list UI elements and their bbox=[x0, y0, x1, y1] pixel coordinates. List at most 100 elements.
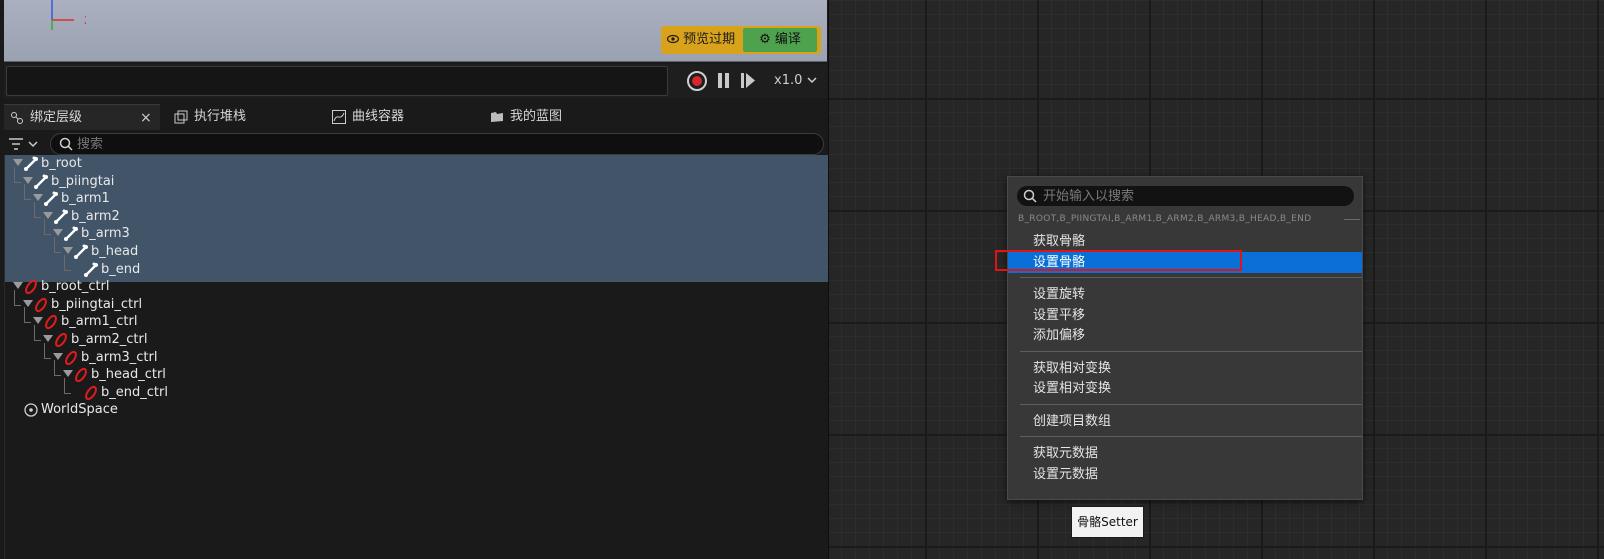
tree-row[interactable]: b_end bbox=[5, 254, 828, 279]
record-icon[interactable] bbox=[687, 71, 707, 91]
tree-row[interactable]: b_arm2_ctrl bbox=[5, 325, 828, 349]
playback-speed-dropdown[interactable]: x1.0 bbox=[774, 71, 817, 91]
eye-icon bbox=[666, 34, 680, 44]
expand-arrow-icon[interactable] bbox=[23, 176, 33, 184]
tree-item-label: b_arm2 bbox=[71, 208, 120, 224]
expand-arrow-icon[interactable] bbox=[13, 159, 23, 166]
tree-item-label: b_arm2_ctrl bbox=[71, 332, 148, 347]
preview-outdated-label: 预览过期 bbox=[683, 32, 736, 47]
control-rig-editor: X 预览过期 ⚙ 编译 bbox=[0, 0, 1604, 559]
chevron-down-icon bbox=[806, 77, 817, 84]
filter-dropdown[interactable] bbox=[8, 135, 38, 153]
tree-guide-line bbox=[14, 166, 15, 182]
expand-arrow-icon[interactable] bbox=[23, 299, 33, 307]
expand-arrow-icon[interactable] bbox=[43, 211, 53, 219]
control-icon bbox=[63, 350, 79, 366]
timeline-track[interactable] bbox=[6, 66, 668, 96]
bone-icon bbox=[63, 226, 79, 242]
menu-item[interactable]: 设置相对变换 bbox=[1008, 378, 1362, 399]
expand-arrow-icon[interactable] bbox=[53, 229, 63, 237]
tree-guide-line bbox=[14, 289, 15, 305]
tree-row[interactable]: b_piingtai_ctrl bbox=[5, 289, 828, 314]
tree-item-label: b_arm3 bbox=[81, 226, 130, 242]
tree-row[interactable]: b_piingtai bbox=[5, 166, 828, 191]
close-icon[interactable]: × bbox=[140, 105, 152, 131]
expand-arrow-icon[interactable] bbox=[63, 370, 73, 378]
compile-button[interactable]: ⚙ 编译 bbox=[743, 28, 817, 52]
search-icon bbox=[1023, 189, 1037, 203]
tree-row[interactable]: b_head bbox=[5, 237, 828, 261]
tree-row[interactable]: b_arm1 bbox=[5, 184, 828, 208]
space-icon bbox=[23, 402, 39, 418]
tree-item-label: b_piingtai bbox=[51, 173, 115, 189]
tree-row[interactable]: b_root_ctrl bbox=[5, 278, 828, 296]
tree-guide-line bbox=[24, 322, 31, 324]
panel-tabs: 绑定层级 × 执行堆栈 曲线容器 我的蓝图 bbox=[4, 104, 827, 130]
tree-row[interactable]: b_head_ctrl bbox=[5, 360, 828, 384]
tree-row[interactable]: b_end_ctrl bbox=[5, 377, 828, 402]
expand-arrow-icon[interactable] bbox=[43, 335, 53, 342]
control-icon bbox=[33, 297, 49, 313]
tree-guide-line bbox=[14, 181, 21, 183]
search-input[interactable] bbox=[77, 136, 777, 152]
timeline-bar: x1.0 bbox=[4, 64, 827, 98]
menu-category-header: B_ROOT,B_PIINGTAI,B_ARM1,B_ARM2,B_ARM3,B… bbox=[1018, 214, 1312, 224]
tree-item-label: b_end bbox=[101, 261, 141, 277]
menu-item[interactable]: 获取元数据 bbox=[1008, 443, 1362, 464]
bone-icon bbox=[43, 191, 59, 207]
pause-icon[interactable] bbox=[717, 71, 731, 91]
tab-execution-stack[interactable]: 执行堆栈 bbox=[168, 104, 246, 130]
tree-row[interactable]: b_arm1_ctrl bbox=[5, 307, 828, 331]
tab-my-blueprint[interactable]: 我的蓝图 bbox=[484, 104, 562, 130]
expand-arrow-icon[interactable] bbox=[53, 352, 63, 360]
tree-item-label: b_arm1 bbox=[61, 191, 110, 207]
my-blueprint-icon bbox=[491, 112, 503, 122]
tree-guide-line bbox=[64, 269, 71, 271]
tree-row[interactable]: b_arm3 bbox=[5, 219, 828, 243]
expand-arrow-icon[interactable] bbox=[33, 317, 43, 325]
expand-arrow-icon[interactable] bbox=[63, 247, 73, 254]
tree-row[interactable]: b_root bbox=[5, 155, 828, 173]
tree-item-label: WorldSpace bbox=[41, 402, 118, 418]
bone-icon bbox=[53, 209, 69, 225]
tree-guide-line bbox=[24, 184, 25, 200]
menu-item[interactable]: 设置旋转 bbox=[1008, 284, 1362, 305]
hierarchy-toolbar bbox=[4, 131, 827, 157]
menu-item[interactable]: 获取相对变换 bbox=[1008, 358, 1362, 379]
menu-item[interactable]: 创建项目数组 bbox=[1008, 411, 1362, 432]
execution-stack-icon bbox=[174, 110, 188, 124]
step-forward-icon[interactable] bbox=[740, 71, 756, 91]
expand-arrow-icon[interactable] bbox=[33, 194, 43, 202]
tab-curve-container[interactable]: 曲线容器 bbox=[326, 104, 404, 130]
tab-label: 绑定层级 bbox=[30, 110, 83, 125]
tree-row[interactable]: WorldSpace bbox=[5, 401, 828, 419]
expand-arrow-icon[interactable] bbox=[13, 282, 23, 290]
bone-icon bbox=[73, 244, 89, 260]
tooltip-label: 骨骼Setter bbox=[1077, 515, 1138, 529]
menu-item[interactable]: 设置元数据 bbox=[1008, 464, 1362, 485]
tree-guide-line bbox=[24, 199, 31, 201]
tree-guide-line bbox=[54, 375, 61, 377]
tree-guide-line bbox=[44, 219, 45, 235]
tree-guide-line bbox=[64, 254, 65, 270]
search-icon bbox=[59, 137, 73, 151]
tree-guide-line bbox=[44, 342, 45, 358]
tab-label: 我的蓝图 bbox=[510, 109, 563, 124]
control-icon bbox=[83, 385, 99, 401]
menu-search[interactable] bbox=[1017, 186, 1354, 206]
viewport[interactable]: X 预览过期 ⚙ 编译 bbox=[4, 0, 827, 62]
menu-item[interactable]: 添加偏移 bbox=[1008, 325, 1362, 346]
rig-hierarchy-tree: b_root b_piingtai b_arm1 b_arm2 b_arm3 b_head… bbox=[4, 155, 828, 559]
tab-rig-hierarchy[interactable]: 绑定层级 × bbox=[4, 104, 160, 130]
tree-row[interactable]: b_arm2 bbox=[5, 201, 828, 226]
tree-guide-line bbox=[34, 201, 35, 217]
tree-guide-line bbox=[54, 360, 55, 376]
hierarchy-search[interactable] bbox=[50, 133, 824, 155]
menu-item[interactable]: 获取骨骼 bbox=[1008, 231, 1362, 252]
menu-search-input[interactable] bbox=[1043, 187, 1343, 205]
menu-item[interactable]: 设置平移 bbox=[1008, 305, 1362, 326]
tree-guide-line bbox=[64, 377, 65, 393]
control-icon bbox=[73, 367, 89, 383]
tree-row[interactable]: b_arm3_ctrl bbox=[5, 342, 828, 367]
tree-item-label: b_end_ctrl bbox=[101, 384, 168, 400]
